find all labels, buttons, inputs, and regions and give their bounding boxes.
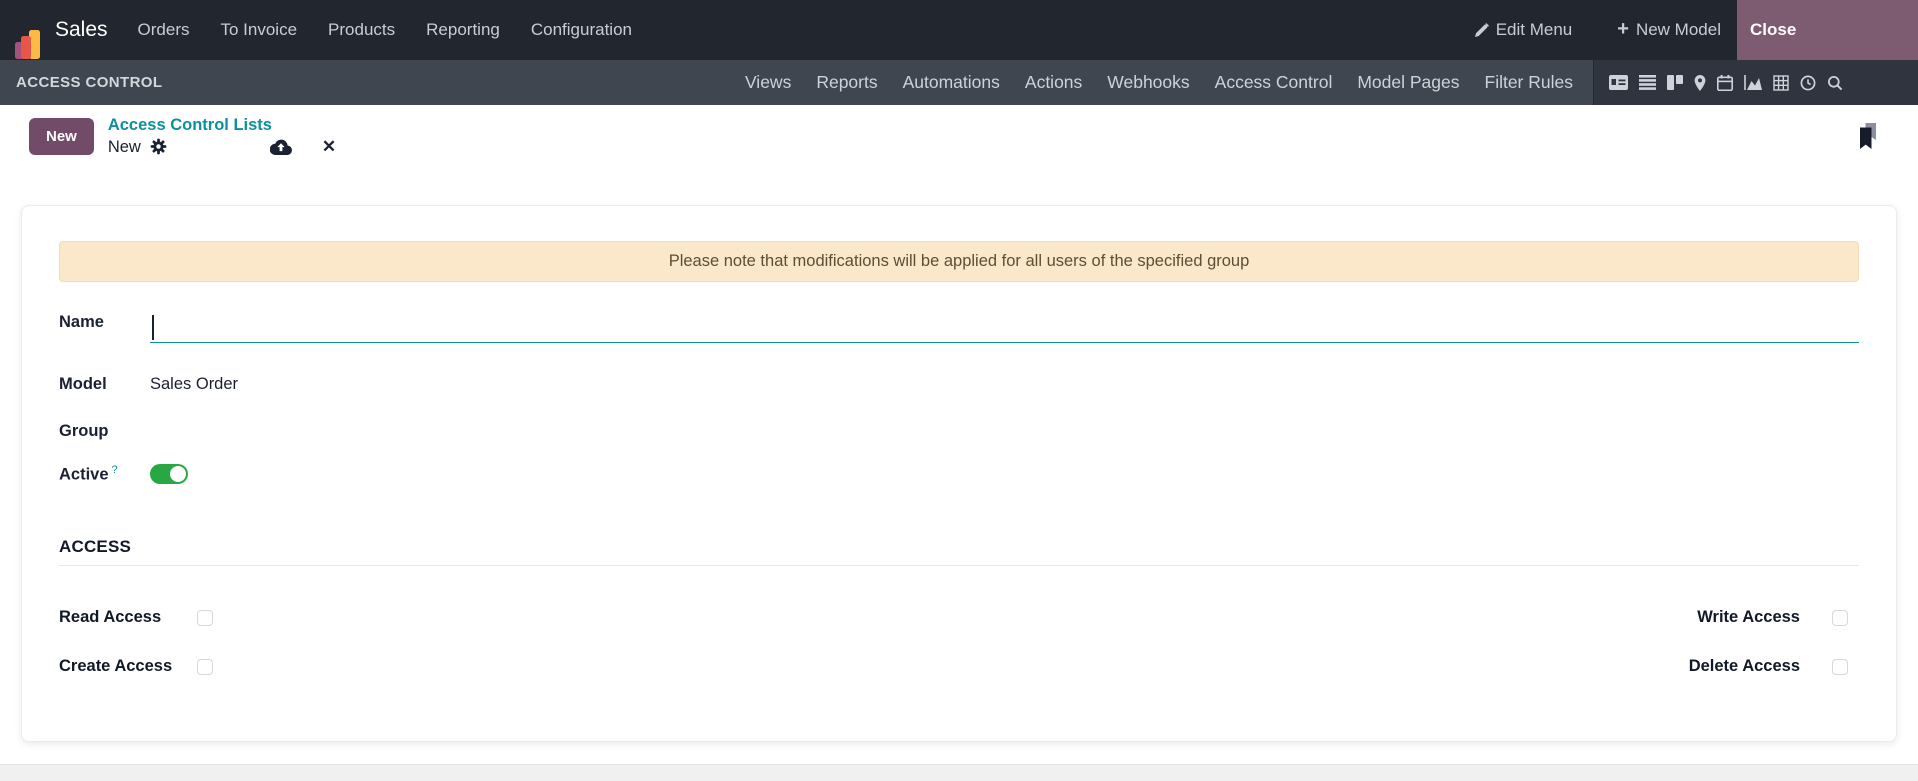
studio-title: ACCESS CONTROL [16, 74, 163, 91]
main-content: Please note that modifications will be a… [0, 167, 1918, 781]
tab-model-pages[interactable]: Model Pages [1357, 72, 1459, 93]
model-field-row: Model Sales Order [59, 369, 1859, 399]
group-label: Group [59, 421, 109, 440]
delete-access-checkbox[interactable] [1832, 658, 1848, 675]
create-access-label: Create Access [59, 657, 173, 675]
new-model-label: New Model [1635, 20, 1721, 39]
tab-filter-rules[interactable]: Filter Rules [1485, 72, 1574, 93]
model-label: Model [59, 374, 107, 393]
app-name[interactable]: Sales [55, 0, 108, 60]
breadcrumb-bar: New Access Control Lists New ✕ [0, 105, 1918, 167]
name-label: Name [59, 313, 104, 331]
menu-configuration[interactable]: Configuration [531, 20, 632, 40]
menu-products[interactable]: Products [328, 20, 395, 40]
read-access-label: Read Access [59, 608, 162, 626]
form-card: Please note that modifications will be a… [21, 205, 1897, 742]
activity-view-icon[interactable] [1800, 75, 1816, 91]
breadcrumb: Access Control Lists New ✕ [108, 115, 336, 158]
section-divider [59, 565, 1859, 566]
tab-access-control[interactable]: Access Control [1215, 72, 1333, 93]
top-menu: Orders To Invoice Products Reporting Con… [138, 20, 632, 40]
search-icon[interactable] [1827, 75, 1843, 91]
write-access-label: Write Access [1697, 608, 1800, 626]
new-record-button[interactable]: New [29, 117, 94, 155]
new-model-button[interactable]: + New Model [1617, 18, 1721, 40]
delete-access-field: Delete Access [1650, 657, 1859, 676]
menu-orders[interactable]: Orders [138, 20, 190, 40]
topbar-right: Edit Menu + New Model Close [1474, 0, 1918, 60]
write-access-checkbox[interactable] [1832, 609, 1848, 626]
odoo-logo-icon [15, 29, 42, 60]
access-row-create-delete: Create Access Delete Access [59, 657, 1859, 676]
horizontal-scrollbar[interactable] [0, 764, 1918, 781]
tab-reports[interactable]: Reports [816, 72, 877, 93]
map-view-icon[interactable] [1694, 74, 1706, 91]
list-view-icon[interactable] [1639, 75, 1656, 90]
toggle-knob [170, 466, 186, 482]
read-access-checkbox[interactable] [197, 609, 213, 626]
discard-x-icon[interactable]: ✕ [322, 136, 336, 157]
read-access-field: Read Access [59, 608, 213, 627]
tab-actions[interactable]: Actions [1025, 72, 1082, 93]
delete-access-label: Delete Access [1688, 657, 1800, 675]
create-access-checkbox[interactable] [197, 658, 213, 675]
active-field-row: Active? [59, 459, 1859, 489]
studio-tabs: Views Reports Automations Actions Webhoo… [745, 60, 1573, 105]
graph-view-icon[interactable] [1744, 75, 1762, 90]
breadcrumb-current: New [107, 137, 141, 156]
name-field-row: Name [59, 313, 1859, 343]
top-navbar: Sales Orders To Invoice Products Reporti… [0, 0, 1918, 60]
model-value[interactable]: Sales Order [150, 375, 238, 394]
name-input[interactable] [150, 313, 1859, 342]
tab-automations[interactable]: Automations [903, 72, 1000, 93]
edit-menu-button[interactable]: Edit Menu [1474, 20, 1573, 40]
form-view-icon[interactable] [1609, 75, 1628, 90]
name-input-wrap [150, 313, 1859, 343]
calendar-view-icon[interactable] [1717, 74, 1733, 91]
active-toggle[interactable] [150, 464, 188, 484]
breadcrumb-current-row: New ✕ [108, 136, 336, 157]
close-studio-button[interactable]: Close [1737, 0, 1918, 60]
create-access-field: Create Access [59, 657, 213, 676]
menu-reporting[interactable]: Reporting [426, 20, 500, 40]
warning-banner: Please note that modifications will be a… [59, 241, 1859, 282]
edit-menu-label: Edit Menu [1495, 20, 1573, 39]
app-brand[interactable]: Sales [15, 0, 108, 60]
bookmark-icon[interactable] [1858, 122, 1879, 150]
access-row-read-write: Read Access Write Access [59, 608, 1859, 627]
write-access-field: Write Access [1650, 608, 1859, 627]
kanban-view-icon[interactable] [1667, 75, 1683, 90]
tab-webhooks[interactable]: Webhooks [1107, 72, 1189, 93]
active-label: Active? [59, 463, 118, 484]
tab-views[interactable]: Views [745, 72, 791, 93]
text-caret [152, 315, 154, 340]
view-switcher-panel [1593, 60, 1918, 105]
group-field-row: Group [59, 416, 1859, 446]
menu-to-invoice[interactable]: To Invoice [221, 20, 298, 40]
save-cloud-icon[interactable] [269, 139, 292, 155]
pivot-view-icon[interactable] [1773, 74, 1789, 91]
access-section-title: ACCESS [59, 537, 132, 556]
plus-icon: + [1617, 18, 1629, 40]
odoo-studio-screen: Sales Orders To Invoice Products Reporti… [0, 0, 1918, 781]
help-question-icon[interactable]: ? [112, 464, 118, 476]
breadcrumb-parent-link[interactable]: Access Control Lists [108, 115, 336, 136]
gear-icon[interactable] [150, 138, 167, 155]
studio-toolbar: ACCESS CONTROL Views Reports Automations… [0, 60, 1918, 105]
pencil-icon [1474, 23, 1489, 37]
